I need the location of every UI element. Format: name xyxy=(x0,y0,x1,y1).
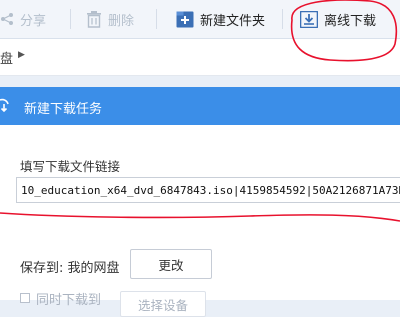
share-button[interactable]: 分享 xyxy=(0,0,46,38)
download-to-device-checkbox[interactable] xyxy=(20,293,30,303)
dialog-title: 新建下载任务 xyxy=(24,102,103,117)
breadcrumb: 盘 ▶ xyxy=(0,39,400,76)
delete-label: 删除 xyxy=(108,13,135,29)
new-folder-label: 新建文件夹 xyxy=(200,13,266,29)
caret-right-icon: ▶ xyxy=(18,50,25,60)
new-folder-icon xyxy=(176,11,194,28)
cloud-download-icon xyxy=(0,98,9,113)
trash-icon xyxy=(86,10,102,28)
toolbar: 分享 删除 新建文件夹 离线下载 xyxy=(0,0,400,39)
dialog-body: 填写下载文件链接 10_education_x64_dvd_6847843.is… xyxy=(0,125,400,317)
share-label: 分享 xyxy=(20,13,47,29)
save-location-label: 保存到: 我的网盘 xyxy=(20,261,120,276)
offline-download-label: 离线下载 xyxy=(324,13,377,29)
offline-download-icon xyxy=(300,10,318,28)
new-folder-button[interactable]: 新建文件夹 xyxy=(176,0,265,38)
link-field-label: 填写下载文件链接 xyxy=(20,159,121,174)
delete-button[interactable]: 删除 xyxy=(86,0,134,38)
toolbar-divider xyxy=(282,9,283,29)
link-input[interactable]: 10_education_x64_dvd_6847843.iso|4159854… xyxy=(16,177,400,203)
toolbar-divider xyxy=(70,9,71,29)
share-icon xyxy=(0,12,14,26)
select-device-button[interactable]: 选择设备 xyxy=(120,291,206,317)
offline-download-button[interactable]: 离线下载 xyxy=(300,0,376,38)
toolbar-divider xyxy=(156,9,157,29)
breadcrumb-root[interactable]: 盘 xyxy=(0,48,13,67)
dialog-header: 新建下载任务 xyxy=(0,87,400,125)
change-location-button[interactable]: 更改 xyxy=(130,249,212,279)
download-to-device-label: 同时下载到 xyxy=(36,293,102,308)
